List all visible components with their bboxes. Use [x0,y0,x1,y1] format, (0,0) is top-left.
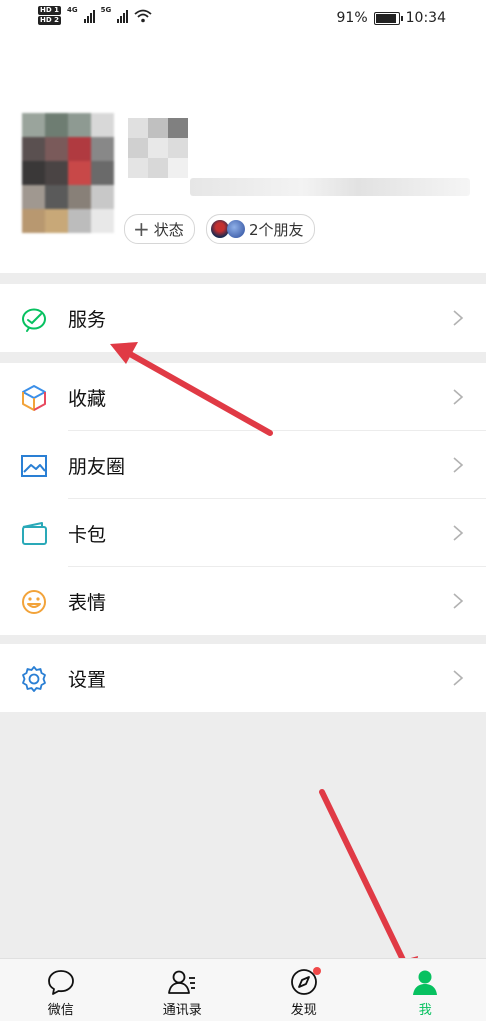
menu-label-settings: 设置 [68,665,106,692]
chevron-right-icon [452,389,464,405]
nickname [128,118,188,178]
chevron-right-icon [452,310,464,326]
services-group: 服务 [0,284,486,352]
chat-icon [46,967,76,997]
chevron-right-icon [452,525,464,541]
tab-discover[interactable]: 发现 [243,959,365,1021]
tab-label: 微信 [48,999,74,1018]
status-right: 91% 10:34 [337,10,446,26]
signal-icon [84,9,95,23]
wifi-icon [134,9,152,23]
sim2-badge: HD 2 [38,16,61,25]
net2-label: 5G [101,6,112,14]
profile-header[interactable]: + 状态 2个朋友 [0,38,486,273]
menu-label-stickers: 表情 [68,588,106,615]
person-icon [410,967,440,997]
settings-group: 设置 [0,644,486,712]
menu-item-moments[interactable]: 朋友圈 [0,431,486,499]
menu-item-favorites[interactable]: 收藏 [0,363,486,431]
menu-label-moments: 朋友圈 [68,452,125,479]
tab-contacts[interactable]: 通讯录 [122,959,244,1021]
friend-avatar-2 [227,220,245,238]
main-menu-group: 收藏 朋友圈 卡包 表情 [0,363,486,635]
menu-item-stickers[interactable]: 表情 [0,567,486,635]
tab-me[interactable]: 我 [365,959,486,1021]
sim1-badge: HD 1 [38,6,61,15]
chevron-right-icon [452,457,464,473]
wallet-icon [20,520,48,548]
image-icon [20,452,48,480]
tab-label: 我 [419,999,432,1018]
plus-icon: + [133,219,150,239]
menu-label-services: 服务 [68,305,106,332]
smiley-icon [20,588,48,616]
status-label: 状态 [154,219,184,240]
contacts-icon [167,967,197,997]
gear-icon [20,665,48,693]
menu-label-cards: 卡包 [68,520,106,547]
clock: 10:34 [406,10,446,26]
battery-percent: 91% [337,10,368,26]
tab-label: 通讯录 [163,999,202,1018]
arrow-to-me-tab [322,792,418,984]
chevron-right-icon [452,593,464,609]
avatar[interactable] [22,113,114,233]
wechat-id [190,178,470,196]
wechat-pay-icon [20,305,48,333]
tab-chats[interactable]: 微信 [0,959,122,1021]
cube-icon [20,384,48,412]
chevron-right-icon [452,670,464,686]
status-button[interactable]: + 状态 [124,214,195,244]
tab-label: 发现 [291,999,317,1018]
signal-indicators: HD 1 HD 2 4G 5G [38,6,152,25]
menu-item-services[interactable]: 服务 [0,284,486,352]
net1-label: 4G [67,6,78,14]
signal-icon-2 [117,9,128,23]
menu-label-favorites: 收藏 [68,384,106,411]
friends-status-button[interactable]: 2个朋友 [206,214,315,244]
bottom-tab-bar: 微信 通讯录 发现 我 [0,958,486,1021]
battery-fill [376,14,396,23]
notification-dot [313,967,321,975]
friends-label: 2个朋友 [249,219,304,240]
menu-item-cards[interactable]: 卡包 [0,499,486,567]
status-bar: HD 1 HD 2 4G 5G 91% 10:34 [0,0,486,38]
sim-badges: HD 1 HD 2 [38,6,61,25]
battery-icon [374,12,400,25]
menu-item-settings[interactable]: 设置 [0,644,486,712]
